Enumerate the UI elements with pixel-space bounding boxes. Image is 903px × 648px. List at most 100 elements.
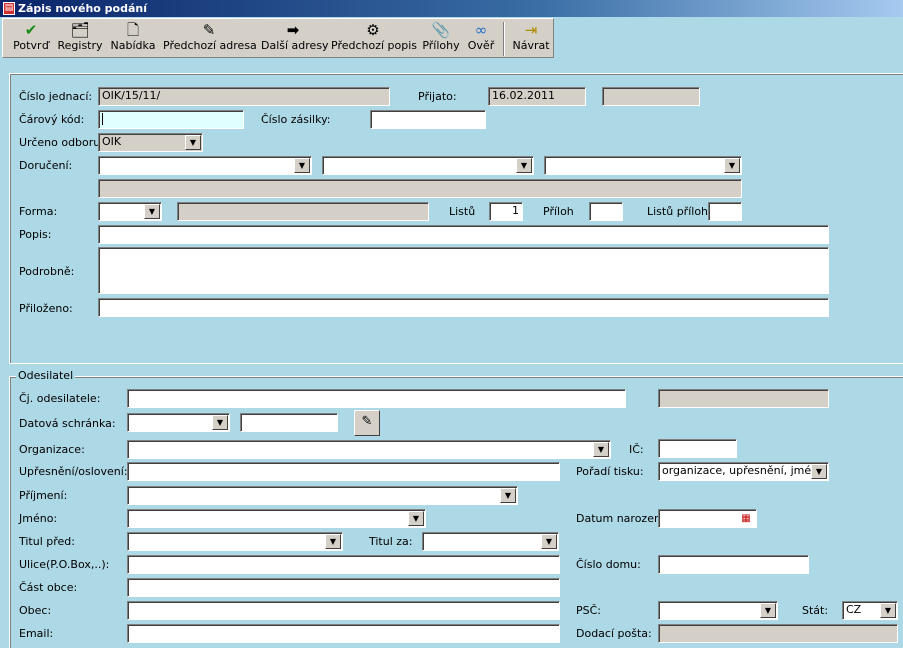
received-time-field[interactable] [602, 87, 700, 106]
delivery-select-1[interactable]: ▼ [98, 156, 312, 175]
reference-number-label: Číslo jednací: [19, 90, 93, 103]
birth-date-label: Datum narození: [576, 512, 668, 525]
arrow-right-icon: ➡ [286, 21, 300, 39]
dropdown-arrow-icon[interactable]: ▼ [294, 158, 310, 173]
dropdown-arrow-icon[interactable]: ▼ [408, 511, 424, 526]
sender-ref-label: Čj. odesilatele: [19, 392, 101, 405]
details-textarea[interactable] [98, 247, 829, 294]
country-select[interactable]: CZ ▼ [842, 601, 898, 620]
paperclip-icon: 📎 [431, 21, 451, 39]
verify-icon: ∞ [474, 21, 488, 39]
description-input[interactable] [98, 225, 829, 244]
birth-date-input[interactable]: ▦ [658, 509, 757, 528]
barcode-label: Čárový kód: [19, 113, 85, 126]
enclosed-input[interactable] [98, 298, 829, 317]
description-label: Popis: [19, 228, 52, 241]
print-order-select[interactable]: organizace, upřesnění, jméno ▼ [658, 462, 829, 481]
attachment-sheets-label: Listů příloh [647, 205, 709, 218]
form-detail-field[interactable] [177, 202, 429, 221]
company-id-label: IČ: [629, 443, 644, 456]
data-box-id-input[interactable] [240, 413, 338, 432]
shipment-number-label: Číslo zásilky: [261, 113, 331, 126]
postal-code-select[interactable]: ▼ [658, 601, 778, 620]
verify-button[interactable]: ∞ Ověř [465, 21, 497, 57]
title-after-select[interactable]: ▼ [422, 532, 559, 551]
title-before-select[interactable]: ▼ [127, 532, 343, 551]
data-box-select[interactable]: ▼ [127, 413, 230, 432]
text-cursor [102, 113, 103, 125]
form-select[interactable]: ▼ [98, 202, 162, 221]
district-label: Část obce: [19, 581, 78, 594]
previous-description-button[interactable]: ⚙ Předchozí popis [331, 21, 417, 57]
barcode-input[interactable] [98, 110, 244, 129]
dropdown-arrow-icon[interactable]: ▼ [516, 158, 532, 173]
organization-select[interactable]: ▼ [127, 440, 611, 459]
municipality-label: Obec: [19, 604, 52, 617]
return-button[interactable]: ⇥ Návrat [511, 21, 551, 57]
dropdown-arrow-icon[interactable]: ▼ [880, 603, 896, 618]
next-addresses-button[interactable]: ➡ Další adresy [261, 21, 329, 57]
dropdown-arrow-icon[interactable]: ▼ [541, 534, 557, 549]
email-input[interactable] [127, 624, 560, 643]
pencil-icon: ✎ [361, 414, 373, 429]
enclosed-label: Přiloženo: [19, 302, 73, 315]
district-input[interactable] [127, 578, 560, 597]
delivery-label: Doručení: [19, 159, 73, 172]
details-label: Podrobně: [19, 265, 75, 278]
dropdown-arrow-icon[interactable]: ▼ [724, 158, 740, 173]
attachment-sheets-input[interactable] [708, 202, 742, 221]
reference-number-field[interactable]: OIK/15/11/ [98, 87, 390, 106]
edit-data-box-button[interactable]: ✎ [354, 410, 380, 436]
title-before-label: Titul před: [19, 535, 75, 548]
pencil-icon: ✎ [202, 21, 216, 39]
attachments-count-label: Příloh [543, 205, 574, 218]
surname-select[interactable]: ▼ [127, 486, 518, 505]
received-date-field[interactable]: 16.02.2011 [488, 87, 586, 106]
calendar-icon[interactable]: ▦ [737, 511, 755, 526]
house-number-label: Číslo domu: [576, 558, 641, 571]
dropdown-arrow-icon[interactable]: ▼ [760, 603, 776, 618]
delivery-select-3[interactable]: ▼ [544, 156, 742, 175]
window-title: Zápis nového podání [18, 2, 147, 15]
department-select[interactable]: OIK ▼ [98, 133, 203, 152]
street-input[interactable] [127, 555, 560, 574]
sender-ref-input[interactable] [127, 389, 626, 408]
municipality-input[interactable] [127, 601, 560, 620]
delivery-select-2[interactable]: ▼ [322, 156, 534, 175]
dropdown-arrow-icon[interactable]: ▼ [325, 534, 341, 549]
attachments-count-input[interactable] [589, 202, 623, 221]
dropdown-arrow-icon[interactable]: ▼ [185, 135, 201, 150]
registry-button[interactable]: 🗂 Registry [57, 21, 103, 57]
sheets-input[interactable]: 1 [489, 202, 523, 221]
sender-group-legend: Odesilatel [16, 369, 76, 382]
postal-code-label: PSČ: [576, 604, 602, 617]
confirm-button[interactable]: ✔ Potvrď [13, 21, 49, 57]
first-name-select[interactable]: ▼ [127, 509, 426, 528]
title-after-label: Titul za: [369, 535, 413, 548]
delivery-detail-field[interactable] [98, 179, 742, 198]
menu-button[interactable]: 🗋 Nabídka [109, 21, 157, 57]
dropdown-arrow-icon[interactable]: ▼ [811, 464, 827, 479]
dropdown-arrow-icon[interactable]: ▼ [144, 204, 160, 219]
data-box-label: Datová schránka: [19, 417, 116, 430]
organization-label: Organizace: [19, 443, 85, 456]
company-id-input[interactable] [658, 439, 737, 458]
received-label: Přijato: [418, 90, 457, 103]
shipment-number-input[interactable] [370, 110, 486, 129]
previous-address-button[interactable]: ✎ Předchozí adresa [163, 21, 257, 57]
dropdown-arrow-icon[interactable]: ▼ [593, 442, 609, 457]
house-number-input[interactable] [658, 555, 809, 574]
surname-label: Příjmení: [19, 489, 68, 502]
dropdown-arrow-icon[interactable]: ▼ [212, 415, 228, 430]
checkmark-icon: ✔ [24, 21, 38, 39]
sender-ref-extra-field[interactable] [658, 389, 829, 408]
sheets-label: Listů [449, 205, 476, 218]
registry-icon: 🗂 [70, 21, 90, 39]
dropdown-arrow-icon[interactable]: ▼ [500, 488, 516, 503]
first-name-label: Jméno: [19, 512, 58, 525]
delivery-post-office-field[interactable] [658, 624, 898, 643]
exit-door-icon: ⇥ [524, 21, 538, 39]
salutation-input[interactable] [127, 462, 560, 481]
app-icon: ▤ [3, 2, 15, 15]
attachments-button[interactable]: 📎 Přílohy [421, 21, 461, 57]
